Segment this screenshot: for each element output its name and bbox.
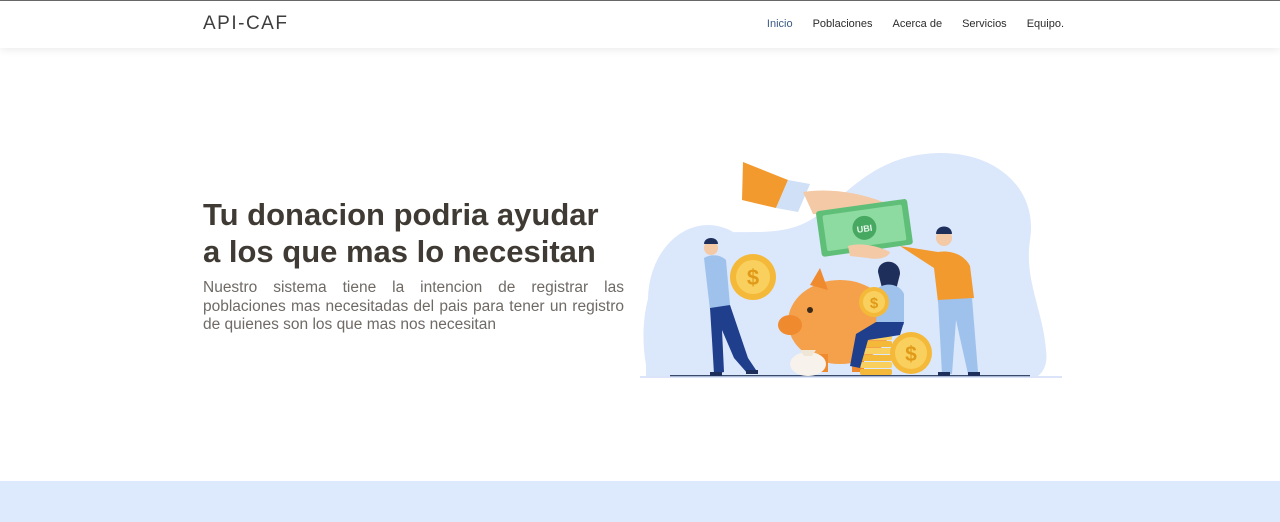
svg-text:$: $ (747, 265, 759, 290)
next-section-band (0, 481, 1280, 522)
svg-text:$: $ (870, 295, 879, 312)
donation-illustration: UBI $ $ $ (640, 152, 1062, 378)
bill-label: UBI (856, 223, 873, 235)
hero-description: Nuestro sistema tiene la intencion de re… (203, 279, 624, 333)
coin-right: $ (890, 332, 932, 374)
nav-links: Inicio Poblaciones Acerca de Servicios E… (747, 18, 1064, 30)
nav-link-acerca-de[interactable]: Acerca de (893, 18, 943, 30)
svg-text:$: $ (905, 343, 917, 366)
nav-link-equipo[interactable]: Equipo. (1027, 18, 1064, 30)
hero-title: Tu donacion podria ayudar a los que mas … (203, 196, 633, 270)
nav-link-poblaciones[interactable]: Poblaciones (813, 18, 873, 30)
hero-title-line-2: a los que mas lo necesitan (203, 234, 596, 269)
coin-center: $ (859, 287, 889, 317)
hero-title-line-1: Tu donacion podria ayudar (203, 197, 599, 232)
navbar: API-CAF Inicio Poblaciones Acerca de Ser… (0, 1, 1280, 48)
nav-link-inicio[interactable]: Inicio (767, 18, 793, 30)
nav-link-servicios[interactable]: Servicios (962, 18, 1007, 30)
brand-logo[interactable]: API-CAF (203, 13, 288, 35)
coin-left: $ (730, 254, 776, 300)
